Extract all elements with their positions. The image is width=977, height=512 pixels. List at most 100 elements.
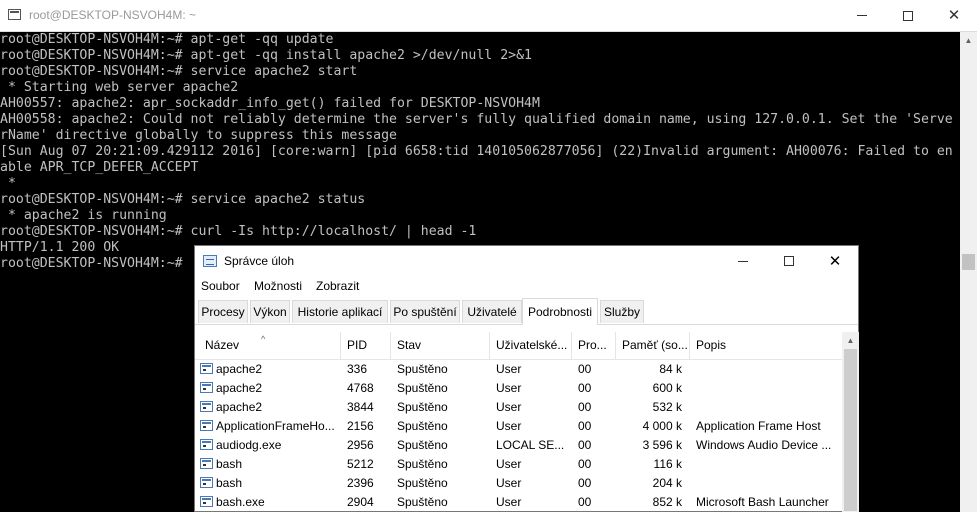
column-header-cpu[interactable]: Pro... (572, 332, 616, 359)
cell-user: User (496, 362, 522, 376)
tab-services[interactable]: Služby (600, 300, 644, 323)
table-row[interactable]: apache2 3844 Spuštěno User 00 532 k (195, 398, 842, 417)
process-icon (200, 420, 213, 431)
close-icon: ✕ (828, 251, 842, 270)
tab-performance[interactable]: Výkon (250, 300, 290, 323)
close-button[interactable]: ✕ (812, 246, 858, 276)
cell-memory: 852 k (652, 495, 682, 509)
column-header-description[interactable]: Popis (690, 332, 842, 359)
process-icon (200, 382, 213, 393)
tab-processes[interactable]: Procesy (198, 300, 248, 323)
cell-name: audiodg.exe (195, 436, 341, 455)
tab-details[interactable]: Podrobnosti (522, 298, 598, 325)
column-header-memory[interactable]: Paměť (so... (616, 332, 690, 359)
cell-description: Microsoft Bash Launcher (696, 495, 829, 509)
cell-user: User (496, 400, 522, 414)
terminal-line: root@DESKTOP-NSVOH4M:~# curl -Is http://… (0, 224, 477, 239)
cell-pid: 2904 (347, 495, 374, 509)
table-scrollbar[interactable]: ▲ (842, 332, 859, 512)
column-header-status[interactable]: Stav (391, 332, 490, 359)
maximize-button[interactable] (766, 246, 812, 276)
cell-name: bash (195, 474, 341, 493)
terminal-line: root@DESKTOP-NSVOH4M:~# apt-get -qq upda… (0, 32, 334, 47)
cell-pid: 4768 (347, 381, 374, 395)
table-row[interactable]: apache2 336 Spuštěno User 00 84 k (195, 360, 842, 379)
cell-cpu: 00 (578, 381, 592, 395)
cell-status: Spuštěno (397, 476, 448, 490)
cell-description (690, 455, 842, 474)
tab-app-history[interactable]: Historie aplikací (292, 300, 388, 323)
cell-description (690, 379, 842, 398)
cell-pid: 2156 (347, 419, 374, 433)
cell-pid: 5212 (347, 457, 374, 471)
task-manager-window: Správce úloh ✕ Soubor Možnosti Zobrazit … (194, 245, 859, 512)
cell-description (690, 398, 842, 417)
cell-description (690, 474, 842, 493)
task-manager-icon (203, 255, 217, 267)
table-row[interactable]: bash.exe 2904 Spuštěno User 00 852 k Microsoft… (195, 493, 842, 512)
table-row[interactable]: bash 5212 Spuštěno User 00 116 k (195, 455, 842, 474)
cell-cpu: 00 (578, 400, 592, 414)
minimize-button[interactable] (839, 0, 885, 31)
cell-name: ApplicationFrameHo... (195, 417, 341, 436)
menu-bar: Soubor Možnosti Zobrazit (195, 276, 858, 298)
close-button[interactable]: ✕ (931, 0, 977, 31)
cell-description: Windows Audio Device ... (696, 438, 832, 452)
scrollbar-thumb[interactable] (962, 254, 975, 270)
menu-file[interactable]: Soubor (201, 279, 240, 293)
terminal-title-bar[interactable]: root@DESKTOP-NSVOH4M: ~ ✕ (0, 0, 977, 32)
cell-status: Spuštěno (397, 438, 448, 452)
cell-cpu: 00 (578, 495, 592, 509)
terminal-icon (8, 9, 21, 20)
cell-name-text: audiodg.exe (216, 438, 282, 452)
cell-cpu: 00 (578, 438, 592, 452)
cell-user: LOCAL SE... (496, 438, 565, 452)
terminal-line: [Sun Aug 07 20:21:09.429112 2016] [core:… (0, 144, 953, 159)
minimize-button[interactable] (720, 246, 766, 276)
cell-status: Spuštěno (397, 419, 448, 433)
cell-user: User (496, 457, 522, 471)
cell-status: Spuštěno (397, 457, 448, 471)
scrollbar-thumb[interactable] (844, 349, 857, 511)
cell-user: User (496, 419, 522, 433)
maximize-button[interactable] (885, 0, 931, 31)
terminal-line: * (0, 176, 16, 191)
table-row[interactable]: audiodg.exe 2956 Spuštěno LOCAL SE... 00 3 59… (195, 436, 842, 455)
cell-cpu: 00 (578, 362, 592, 376)
maximize-icon (784, 256, 794, 266)
terminal-line: root@DESKTOP-NSVOH4M:~# service apache2 … (0, 192, 366, 207)
terminal-scrollbar[interactable]: ▲ (960, 32, 977, 512)
tab-users[interactable]: Uživatelé (462, 300, 522, 323)
cell-name-text: apache2 (216, 381, 263, 395)
cell-memory: 532 k (652, 400, 682, 414)
column-header-pid[interactable]: PID (341, 332, 391, 359)
cell-status: Spuštěno (397, 381, 448, 395)
cell-status: Spuštěno (397, 362, 448, 376)
scroll-up-arrow-icon[interactable]: ▲ (842, 332, 859, 349)
details-table: ^ Název PID Stav Uživatelské... Pro... Pa… (195, 332, 842, 512)
process-icon (200, 439, 213, 450)
cell-name-text: apache2 (216, 400, 263, 414)
cell-memory: 3 596 k (642, 438, 682, 452)
column-header-user[interactable]: Uživatelské... (490, 332, 572, 359)
task-manager-title: Správce úloh (224, 254, 295, 268)
table-header: ^ Název PID Stav Uživatelské... Pro... Pa… (195, 332, 842, 360)
terminal-line: AH00557: apache2: apr_sockaddr_info_get(… (0, 96, 540, 111)
maximize-icon (903, 10, 913, 21)
cell-status: Spuštěno (397, 400, 448, 414)
column-header-name[interactable]: ^ Název (195, 332, 341, 359)
menu-options[interactable]: Možnosti (254, 279, 302, 293)
table-row[interactable]: bash 2396 Spuštěno User 00 204 k (195, 474, 842, 493)
terminal-line: * Starting web server apache2 (0, 80, 239, 95)
menu-view[interactable]: Zobrazit (316, 279, 359, 293)
table-row[interactable]: apache2 4768 Spuštěno User 00 600 k (195, 379, 842, 398)
task-manager-title-bar[interactable]: Správce úloh ✕ (195, 246, 858, 276)
terminal-line: * apache2 is running (0, 208, 167, 223)
table-row[interactable]: ApplicationFrameHo... 2156 Spuštěno User 00 4… (195, 417, 842, 436)
terminal-title: root@DESKTOP-NSVOH4M: ~ (29, 8, 197, 22)
cell-description: Application Frame Host (696, 419, 821, 433)
process-icon (200, 496, 213, 507)
scroll-up-arrow-icon[interactable]: ▲ (960, 32, 977, 49)
column-header-label: Název (205, 338, 240, 352)
tab-startup[interactable]: Po spuštění (390, 300, 460, 323)
